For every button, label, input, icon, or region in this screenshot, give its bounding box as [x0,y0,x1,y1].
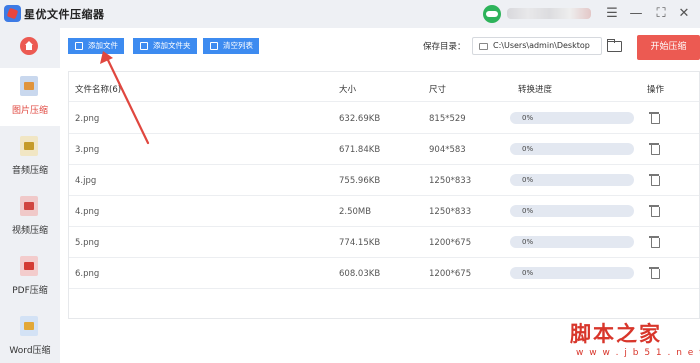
delete-icon[interactable] [649,111,660,124]
settings-icon[interactable]: ☰ [603,5,621,23]
app-logo-icon [4,5,21,22]
user-avatar[interactable] [483,5,501,23]
file-table: 文件名称(6) 大小 尺寸 转换进度 操作 2.png 632.69KB 815… [68,71,700,319]
user-area[interactable] [483,5,593,23]
file-icon [75,42,83,50]
word-icon [20,316,38,336]
clear-list-label: 清空列表 [223,41,253,50]
cell-size: 2.50MB [339,207,372,217]
sidebar-item-label: Word压缩 [9,346,51,356]
progress-bar: 0% [510,205,634,217]
progress-text: 0% [522,114,534,122]
cell-filename: 3.png [75,145,100,155]
cell-filename: 4.png [75,207,100,217]
app-title: 星优文件压缩器 [24,8,105,21]
add-folder-label: 添加文件夹 [153,41,191,50]
progress-bar: 0% [510,236,634,248]
delete-icon[interactable] [649,204,660,217]
audio-icon [20,136,38,156]
sidebar-item-label: 音频压缩 [11,166,48,176]
folder-icon [140,42,148,50]
delete-icon[interactable] [649,235,660,248]
header-size: 大小 [339,85,357,95]
delete-icon[interactable] [649,266,660,279]
table-row[interactable]: 4.png 2.50MB 1250*833 0% [69,196,699,227]
maximize-icon[interactable]: ⛶ [652,5,670,23]
folder-small-icon [479,43,488,50]
table-row[interactable]: 5.png 774.15KB 1200*675 0% [69,227,699,258]
cell-dimensions: 904*583 [429,145,466,155]
save-dir-label: 保存目录： [423,42,466,52]
home-icon[interactable] [20,37,38,55]
progress-bar: 0% [510,267,634,279]
progress-text: 0% [522,176,534,184]
table-row[interactable]: 6.png 608.03KB 1200*675 0% [69,258,699,289]
cell-dimensions: 815*529 [429,114,466,124]
header-filename: 文件名称(6) [75,85,122,95]
save-dir-value: C:\Users\admin\Desktop [493,41,590,50]
sidebar-item-audio[interactable]: 音频压缩 [0,128,60,186]
cell-size: 608.03KB [339,269,381,279]
sidebar-item-video[interactable]: 视频压缩 [0,188,60,246]
sidebar-item-label: 视频压缩 [11,226,48,236]
progress-text: 0% [522,238,534,246]
cell-size: 774.15KB [339,238,381,248]
clear-icon [210,42,218,50]
cell-size: 755.96KB [339,176,381,186]
header-progress: 转换进度 [518,85,553,95]
close-icon[interactable]: ✕ [675,5,693,23]
progress-text: 0% [522,207,534,215]
progress-bar: 0% [510,174,634,186]
progress-text: 0% [522,145,534,153]
sidebar-item-label: PDF压缩 [12,286,48,296]
delete-icon[interactable] [649,173,660,186]
add-file-button[interactable]: 添加文件 [68,38,124,54]
cell-filename: 2.png [75,114,100,124]
main-panel: 添加文件 添加文件夹 清空列表 保存目录： C:\Users\admin\Des… [60,28,700,363]
image-icon [20,76,38,96]
browse-folder-icon[interactable] [606,38,622,52]
progress-bar: 0% [510,112,634,124]
add-file-label: 添加文件 [88,41,118,50]
watermark: 脚本之家 w w w . j b 5 1 . n e t [570,318,700,363]
cell-filename: 6.png [75,269,100,279]
cell-dimensions: 1250*833 [429,207,472,217]
delete-icon[interactable] [649,142,660,155]
table-header: 文件名称(6) 大小 尺寸 转换进度 操作 [69,72,699,102]
user-name-blurred [507,8,591,19]
title-bar: 星优文件压缩器 ☰ — ⛶ ✕ [0,0,700,28]
sidebar-item-word[interactable]: Word压缩 [0,308,60,363]
table-row[interactable]: 3.png 671.84KB 904*583 0% [69,134,699,165]
progress-bar: 0% [510,143,634,155]
sidebar-item-pdf[interactable]: PDF压缩 [0,248,60,306]
cell-filename: 4.jpg [75,176,97,186]
pdf-icon [20,256,38,276]
add-folder-button[interactable]: 添加文件夹 [133,38,197,54]
sidebar-item-label: 图片压缩 [11,106,48,116]
table-row[interactable]: 2.png 632.69KB 815*529 0% [69,103,699,134]
sidebar-item-image[interactable]: 图片压缩 [0,68,60,126]
table-row[interactable]: 4.jpg 755.96KB 1250*833 0% [69,165,699,196]
start-compress-button[interactable]: 开始压缩 [637,35,700,60]
progress-text: 0% [522,269,534,277]
watermark-text: 脚本之家 [570,321,662,346]
cell-size: 632.69KB [339,114,381,124]
cell-dimensions: 1200*675 [429,269,472,279]
cell-filename: 5.png [75,238,100,248]
video-icon [20,196,38,216]
cell-dimensions: 1250*833 [429,176,472,186]
save-dir-field[interactable]: C:\Users\admin\Desktop [472,37,602,55]
sidebar: 图片压缩 音频压缩 视频压缩 PDF压缩 Word压缩 [0,28,60,363]
cell-dimensions: 1200*675 [429,238,472,248]
header-dimensions: 尺寸 [429,85,447,95]
header-actions: 操作 [647,85,665,95]
watermark-url: w w w . j b 5 1 . n e t [576,348,700,358]
cell-size: 671.84KB [339,145,381,155]
minimize-icon[interactable]: — [627,5,645,23]
clear-list-button[interactable]: 清空列表 [203,38,259,54]
